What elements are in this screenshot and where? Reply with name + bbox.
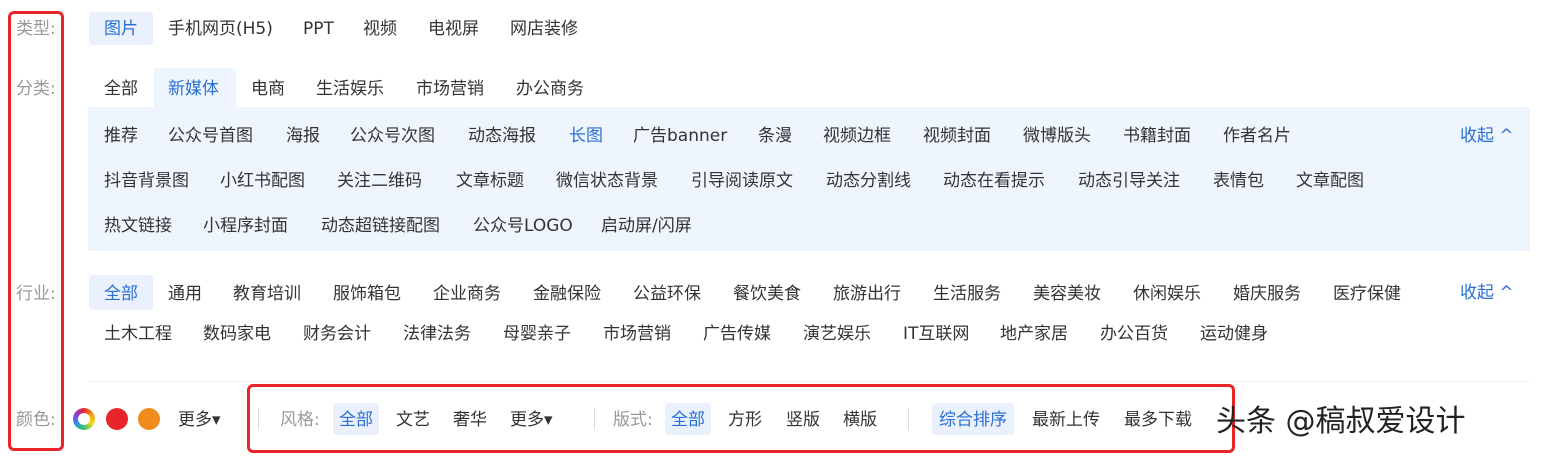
industry-option[interactable]: 休闲娱乐 bbox=[1133, 284, 1201, 304]
industry-option[interactable]: 服饰箱包 bbox=[333, 284, 401, 304]
industry-option[interactable]: 通用 bbox=[168, 284, 202, 304]
subcategory-option-long-image[interactable]: 长图 bbox=[569, 126, 603, 146]
industry-option[interactable]: 地产家居 bbox=[1000, 324, 1068, 344]
type-option-h5[interactable]: 手机网页(H5) bbox=[168, 19, 273, 39]
subcategory-option[interactable]: 启动屏/闪屏 bbox=[601, 216, 692, 236]
subcategory-option[interactable]: 抖音背景图 bbox=[104, 171, 189, 191]
category-option-marketing[interactable]: 市场营销 bbox=[416, 79, 484, 99]
subcategory-option[interactable]: 引导阅读原文 bbox=[691, 171, 793, 191]
subcategory-option[interactable]: 微信状态背景 bbox=[556, 171, 658, 191]
type-option-shop-decor[interactable]: 网店装修 bbox=[510, 19, 578, 39]
color-swatch-red[interactable] bbox=[106, 408, 128, 430]
industry-option[interactable]: 土木工程 bbox=[104, 324, 172, 344]
subcategory-option[interactable]: 微博版头 bbox=[1023, 126, 1091, 146]
industry-option[interactable]: 企业商务 bbox=[433, 284, 501, 304]
industry-option[interactable]: 办公百货 bbox=[1100, 324, 1168, 344]
industry-option[interactable]: 金融保险 bbox=[533, 284, 601, 304]
industry-option-all[interactable]: 全部 bbox=[104, 284, 138, 304]
category-option-ecommerce[interactable]: 电商 bbox=[251, 79, 285, 99]
industry-option[interactable]: 母婴亲子 bbox=[503, 324, 571, 344]
subcategory-option[interactable]: 书籍封面 bbox=[1123, 126, 1191, 146]
subcategory-option[interactable]: 公众号LOGO bbox=[473, 216, 573, 236]
subcategory-option[interactable]: 小红书配图 bbox=[220, 171, 305, 191]
industry-option[interactable]: 运动健身 bbox=[1200, 324, 1268, 344]
subcategory-option[interactable]: 文章标题 bbox=[456, 171, 524, 191]
color-swatch-orange[interactable] bbox=[138, 408, 160, 430]
industry-option[interactable]: 法律法务 bbox=[403, 324, 471, 344]
color-swatch-rainbow[interactable] bbox=[73, 408, 95, 430]
industry-option[interactable]: 演艺娱乐 bbox=[803, 324, 871, 344]
industry-collapse-toggle[interactable]: 收起 ^ bbox=[1460, 283, 1514, 303]
type-option-ppt[interactable]: PPT bbox=[303, 19, 334, 39]
subcategory-option[interactable]: 动态在看提示 bbox=[943, 171, 1045, 191]
subcategory-option[interactable]: 小程序封面 bbox=[203, 216, 288, 236]
subcategory-option[interactable]: 关注二维码 bbox=[337, 171, 422, 191]
industry-option[interactable]: 旅游出行 bbox=[833, 284, 901, 304]
category-option-office[interactable]: 办公商务 bbox=[516, 79, 584, 99]
subcategory-option[interactable]: 条漫 bbox=[758, 126, 792, 146]
watermark: 头条 @稿叔爱设计 bbox=[1216, 404, 1466, 439]
industry-option[interactable]: 餐饮美食 bbox=[733, 284, 801, 304]
industry-option[interactable]: 婚庆服务 bbox=[1233, 284, 1301, 304]
subcategory-option[interactable]: 视频封面 bbox=[923, 126, 991, 146]
subcategory-option[interactable]: 海报 bbox=[286, 126, 320, 146]
subcategory-option[interactable]: 视频边框 bbox=[823, 126, 891, 146]
subcategory-option[interactable]: 广告banner bbox=[633, 126, 727, 146]
industry-option[interactable]: 数码家电 bbox=[203, 324, 271, 344]
industry-option[interactable]: 教育培训 bbox=[233, 284, 301, 304]
category-option-new-media[interactable]: 新媒体 bbox=[168, 79, 219, 99]
color-more-dropdown[interactable]: 更多▾ bbox=[178, 410, 221, 430]
industry-option[interactable]: 广告传媒 bbox=[703, 324, 771, 344]
subcategory-option[interactable]: 文章配图 bbox=[1296, 171, 1364, 191]
subcategory-option[interactable]: 推荐 bbox=[104, 126, 138, 146]
subcategory-option[interactable]: 动态海报 bbox=[468, 126, 536, 146]
industry-option[interactable]: 财务会计 bbox=[303, 324, 371, 344]
industry-option[interactable]: 美容美妆 bbox=[1033, 284, 1101, 304]
subcategory-option[interactable]: 公众号次图 bbox=[350, 126, 435, 146]
subcategory-option[interactable]: 热文链接 bbox=[104, 216, 172, 236]
category-option-all[interactable]: 全部 bbox=[104, 79, 138, 99]
type-option-image[interactable]: 图片 bbox=[104, 19, 138, 39]
highlight-box-filters bbox=[247, 384, 1235, 453]
subcategory-option[interactable]: 公众号首图 bbox=[168, 126, 253, 146]
subcategory-collapse-toggle[interactable]: 收起 ^ bbox=[1460, 126, 1514, 146]
industry-option[interactable]: IT互联网 bbox=[903, 324, 969, 344]
industry-option[interactable]: 生活服务 bbox=[933, 284, 1001, 304]
subcategory-option[interactable]: 动态分割线 bbox=[826, 171, 911, 191]
industry-option[interactable]: 市场营销 bbox=[603, 324, 671, 344]
type-option-tv-screen[interactable]: 电视屏 bbox=[428, 19, 479, 39]
subcategory-option[interactable]: 动态超链接配图 bbox=[321, 216, 440, 236]
type-option-video[interactable]: 视频 bbox=[363, 19, 397, 39]
category-option-lifestyle[interactable]: 生活娱乐 bbox=[316, 79, 384, 99]
subcategory-option[interactable]: 作者名片 bbox=[1223, 126, 1291, 146]
subcategory-option[interactable]: 动态引导关注 bbox=[1078, 171, 1180, 191]
highlight-box-labels bbox=[8, 11, 64, 451]
industry-option[interactable]: 医疗保健 bbox=[1333, 284, 1401, 304]
divider bbox=[88, 381, 1530, 382]
subcategory-option[interactable]: 表情包 bbox=[1213, 171, 1264, 191]
industry-option[interactable]: 公益环保 bbox=[633, 284, 701, 304]
